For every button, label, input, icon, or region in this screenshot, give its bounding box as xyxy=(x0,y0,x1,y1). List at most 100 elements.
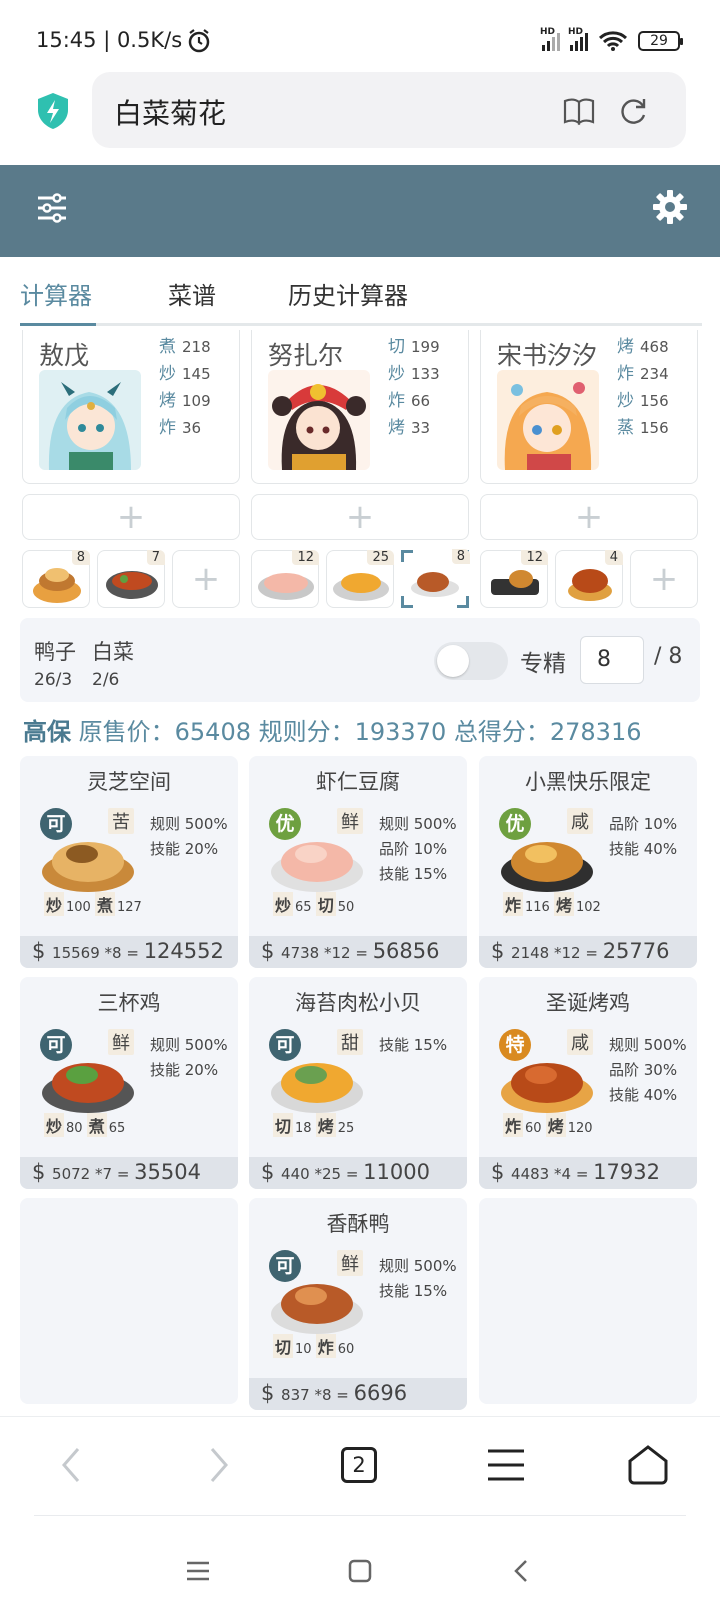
ingredient-ratio: 2/6 xyxy=(92,670,120,690)
system-back-icon[interactable] xyxy=(508,1557,536,1585)
skill-type: 炒 xyxy=(273,892,294,916)
price-unit: 15569 *8 xyxy=(52,944,122,962)
price-total: 35504 xyxy=(134,1160,201,1184)
recipe-card[interactable]: 圣诞烤鸡 特 咸 规则 500% 品阶 30% 技能 40% 炸 60 烤 120 $ … xyxy=(479,977,697,1189)
add-equipment-button[interactable]: + xyxy=(251,494,469,540)
bonus-line: 品阶 10% xyxy=(609,815,678,833)
skill-value: 60 xyxy=(337,1342,355,1357)
recipe-name: 香酥鸭 xyxy=(326,1212,390,1236)
divider xyxy=(34,1515,686,1516)
specialize-label: 专精 xyxy=(520,651,566,677)
tab-recipes[interactable]: 菜谱 xyxy=(168,276,216,311)
dish-count: 12 xyxy=(521,550,548,565)
bonus-list: 规则 500% 品阶 30% 技能 40% xyxy=(609,1033,687,1108)
skill-value: 120 xyxy=(567,1121,593,1136)
skill-type: 烤 xyxy=(545,1113,566,1137)
active-tab-indicator xyxy=(20,323,96,326)
price-unit: 4738 *12 xyxy=(281,944,351,962)
skill-type: 烤 xyxy=(553,892,574,916)
recipe-card[interactable]: 三杯鸡 可 鲜 规则 500% 技能 20% 炒 80 煮 65 $ 5072 *7 … xyxy=(20,977,238,1189)
skill-type: 切 xyxy=(273,1113,294,1137)
bonus-list: 规则 500% 技能 15% xyxy=(379,1254,457,1304)
recipe-card[interactable]: 海苔肉松小贝 可 甜 技能 15% 切 18 烤 25 $ 440 *25 = 11… xyxy=(249,977,467,1189)
dollar-icon: $ xyxy=(491,939,512,963)
skill-value: 80 xyxy=(66,1121,83,1136)
add-equipment-button[interactable]: + xyxy=(22,494,240,540)
recipe-card[interactable]: 小黑快乐限定 优 咸 品阶 10% 技能 40% 炸 116 烤 102 $ 2148… xyxy=(479,756,697,968)
forward-icon[interactable] xyxy=(196,1443,240,1487)
empty-recipe-slot[interactable] xyxy=(20,1198,238,1404)
chef-card-1[interactable]: 敖戊 煮 218 炒 145 烤 109 炸 36 xyxy=(22,330,240,484)
add-equipment-button[interactable]: + xyxy=(480,494,698,540)
dish-slot-selected[interactable]: 8 xyxy=(401,549,470,608)
dish-slot[interactable]: 8 xyxy=(22,550,90,608)
price-unit: 5072 *7 xyxy=(52,1165,113,1183)
empty-recipe-slot[interactable] xyxy=(479,1198,697,1404)
bonus-list: 规则 500% 技能 20% xyxy=(150,812,228,862)
bonus-line: 技能 20% xyxy=(150,840,219,858)
menu-icon[interactable] xyxy=(484,1443,528,1487)
price-row: $ 4483 *4 = 17932 xyxy=(479,1157,697,1189)
plus-icon: + xyxy=(191,559,221,599)
refresh-icon[interactable] xyxy=(616,94,650,128)
bonus-list: 技能 15% xyxy=(379,1033,447,1058)
grade-badge: 优 xyxy=(269,808,301,840)
tab-history-calculator[interactable]: 历史计算器 xyxy=(288,276,408,311)
recipe-name: 虾仁豆腐 xyxy=(316,770,400,794)
alarm-icon xyxy=(188,29,210,53)
address-bar[interactable]: 白菜菊花 xyxy=(92,72,686,148)
shield-icon[interactable] xyxy=(36,92,70,130)
tabs-button[interactable]: 2 xyxy=(341,1447,377,1483)
price-total: 25776 xyxy=(602,939,670,963)
filter-icon[interactable] xyxy=(38,193,66,223)
specialize-input[interactable]: 8 xyxy=(580,636,644,684)
recipe-card[interactable]: 香酥鸭 可 鲜 规则 500% 技能 15% 切 10 炸 60 $ 837 *8 =… xyxy=(249,1198,467,1410)
skill-value: 100 xyxy=(66,900,91,915)
add-dish-button[interactable]: + xyxy=(172,550,240,608)
specialize-toggle[interactable] xyxy=(434,642,508,680)
price-row: $ 440 *25 = 11000 xyxy=(249,1157,467,1189)
chef-card-3[interactable]: 宋书汐汐 烤 468 炸 234 炒 156 蒸 156 xyxy=(480,330,698,484)
price-total: 56856 xyxy=(372,939,440,963)
bonus-line: 规则 500% xyxy=(150,1036,228,1054)
price-total: 124552 xyxy=(143,939,224,963)
battery-icon: 29 xyxy=(638,31,683,51)
price-row: $ 5072 *7 = 35504 xyxy=(20,1157,238,1189)
dish-slot[interactable]: 4 xyxy=(555,550,623,608)
skill-type: 炸 xyxy=(315,1334,336,1358)
recipe-card[interactable]: 虾仁豆腐 优 鲜 规则 500% 品阶 10% 技能 15% 炒 65 切 50 $ 4… xyxy=(249,756,467,968)
skill-value: 10 xyxy=(295,1342,312,1357)
chef-name: 敖戊 xyxy=(39,341,90,370)
skill-value: 102 xyxy=(576,900,601,915)
taste-tag: 咸 xyxy=(567,1029,593,1055)
settings-gear-icon[interactable] xyxy=(652,189,688,225)
home-icon[interactable] xyxy=(626,1443,670,1487)
dollar-icon: $ xyxy=(32,939,53,963)
dish-slot[interactable]: 7 xyxy=(97,550,165,608)
dish-slot[interactable]: 25 xyxy=(326,550,394,608)
skill-type: 炒 xyxy=(44,892,65,916)
recent-apps-icon[interactable] xyxy=(184,1557,212,1585)
bonus-line: 品阶 10% xyxy=(379,840,448,858)
bonus-list: 规则 500% 技能 20% xyxy=(150,1033,228,1083)
recipe-name: 小黑快乐限定 xyxy=(525,770,651,794)
system-home-icon[interactable] xyxy=(346,1557,374,1585)
add-dish-button[interactable]: + xyxy=(630,550,698,608)
back-icon[interactable] xyxy=(50,1443,94,1487)
ingredient-info-bar: 鸭子 白菜 26/3 2/6 专精 8 / 8 xyxy=(20,618,700,702)
recipe-card[interactable]: 灵芝空间 可 苦 规则 500% 技能 20% 炒 100 煮 127 $ 15569… xyxy=(20,756,238,968)
skill-value: 18 xyxy=(295,1121,312,1136)
plus-icon: + xyxy=(649,559,679,599)
bonus-line: 技能 15% xyxy=(379,1282,448,1300)
tab-calculator[interactable]: 计算器 xyxy=(20,276,92,311)
bonus-line: 技能 15% xyxy=(379,1036,448,1054)
dish-slot[interactable]: 12 xyxy=(251,550,319,608)
taste-tag: 鲜 xyxy=(108,1029,134,1055)
chef-card-2[interactable]: 努扎尔 切 199 炒 133 炸 66 烤 33 xyxy=(251,330,469,484)
skill-requirements: 炸 60 烤 120 xyxy=(503,1113,593,1137)
price-total: 6696 xyxy=(353,1381,408,1405)
reader-mode-icon[interactable] xyxy=(562,94,596,128)
chef-name: 努扎尔 xyxy=(268,341,344,370)
skill-requirements: 炒 100 煮 127 xyxy=(44,892,142,916)
dish-slot[interactable]: 12 xyxy=(480,550,548,608)
